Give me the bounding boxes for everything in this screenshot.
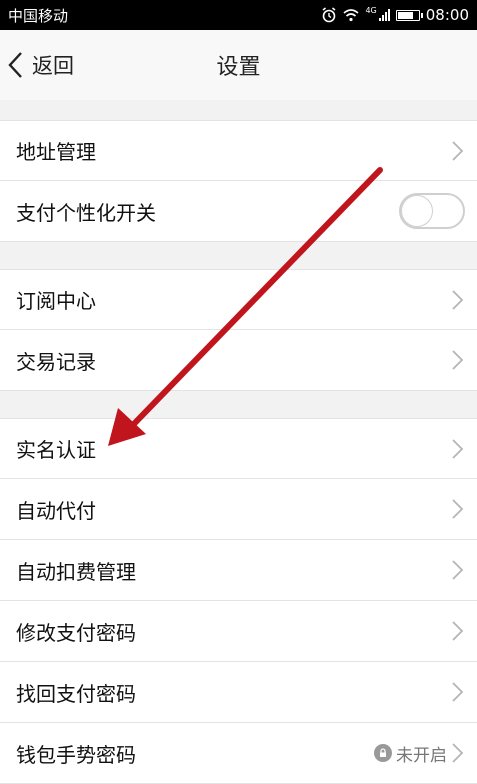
settings-row-recover-payment-password[interactable]: 找回支付密码 bbox=[0, 662, 477, 723]
chevron-right-icon bbox=[452, 140, 464, 161]
alarm-icon bbox=[322, 7, 336, 23]
chevron-right-icon bbox=[452, 499, 464, 519]
chevron-right-icon bbox=[452, 438, 464, 459]
settings-row-real-name-verification[interactable]: 实名认证 bbox=[0, 418, 477, 479]
row-label: 修改支付密码 bbox=[16, 620, 136, 645]
row-label: 自动代付 bbox=[16, 498, 96, 523]
back-button[interactable]: 返回 bbox=[6, 30, 74, 100]
settings-row-address[interactable]: 地址管理 bbox=[0, 120, 477, 181]
payment-personalization-toggle[interactable] bbox=[399, 193, 465, 229]
status-icons: 4G 08:00 bbox=[321, 6, 469, 24]
page-title: 设置 bbox=[216, 55, 261, 80]
section-gap bbox=[0, 242, 477, 269]
back-label: 返回 bbox=[32, 54, 74, 78]
chevron-right-icon bbox=[452, 350, 464, 370]
chevron-right-icon bbox=[452, 621, 464, 641]
wifi-icon bbox=[343, 9, 359, 22]
status-bar: 中国移动 4G 08:00 bbox=[0, 0, 477, 30]
clock-label: 08:00 bbox=[425, 6, 469, 24]
settings-row-auto-pay[interactable]: 自动代付 bbox=[0, 479, 477, 540]
row-label: 自动扣费管理 bbox=[16, 559, 136, 584]
settings-group-2: 订阅中心 交易记录 bbox=[0, 269, 477, 391]
settings-row-transaction-records[interactable]: 交易记录 bbox=[0, 330, 477, 391]
carrier-label: 中国移动 bbox=[8, 6, 69, 25]
nav-bar: 返回 设置 bbox=[0, 30, 477, 100]
settings-group-3: 实名认证 自动代付 自动扣费管理 修改支付密码 找回支付密码 钱包手势密码 未开… bbox=[0, 418, 477, 784]
row-label: 交易记录 bbox=[16, 349, 96, 374]
settings-row-change-payment-password[interactable]: 修改支付密码 bbox=[0, 601, 477, 662]
row-label: 订阅中心 bbox=[16, 289, 96, 313]
row-label: 钱包手势密码 bbox=[16, 742, 136, 767]
row-label: 找回支付密码 bbox=[16, 681, 136, 706]
gesture-password-status: 未开启 bbox=[396, 745, 447, 766]
settings-row-subscription-center[interactable]: 订阅中心 bbox=[0, 269, 477, 330]
chevron-right-icon bbox=[452, 743, 464, 763]
row-trailing: 未开启 bbox=[374, 741, 465, 766]
signal-icon bbox=[378, 9, 390, 21]
section-gap bbox=[0, 100, 477, 120]
settings-group-1: 地址管理 支付个性化开关 bbox=[0, 120, 477, 242]
battery-icon bbox=[395, 9, 423, 21]
row-label: 实名认证 bbox=[16, 438, 96, 462]
settings-row-wallet-gesture-password[interactable]: 钱包手势密码 未开启 bbox=[0, 723, 477, 784]
row-label: 支付个性化开关 bbox=[16, 200, 156, 225]
chevron-left-icon bbox=[8, 52, 22, 78]
settings-row-auto-deduction[interactable]: 自动扣费管理 bbox=[0, 540, 477, 601]
chevron-right-icon bbox=[452, 560, 464, 580]
lock-icon bbox=[374, 744, 392, 762]
chevron-right-icon bbox=[452, 682, 464, 702]
toggle-knob bbox=[401, 195, 433, 227]
chevron-right-icon bbox=[452, 289, 464, 310]
row-label: 地址管理 bbox=[16, 140, 96, 164]
section-gap bbox=[0, 391, 477, 418]
settings-row-payment-personalization: 支付个性化开关 bbox=[0, 181, 477, 242]
network-type-label: 4G bbox=[365, 5, 377, 15]
